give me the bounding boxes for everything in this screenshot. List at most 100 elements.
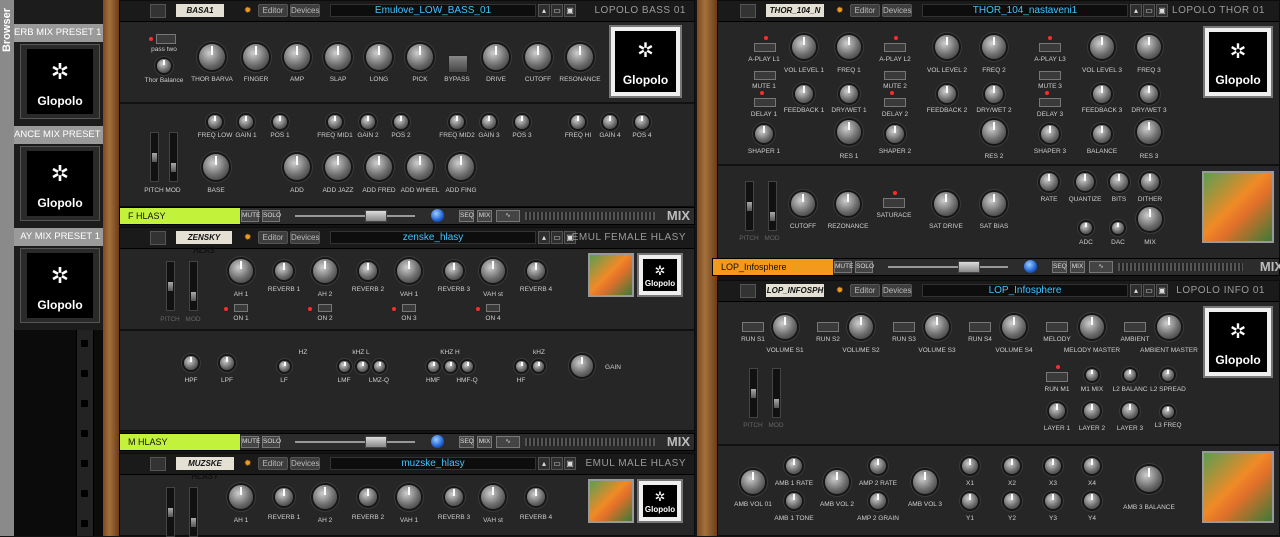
ah-1-knob[interactable]: [229, 485, 253, 509]
seq-button[interactable]: SEQ: [459, 210, 474, 222]
freq-3-knob[interactable]: [1137, 35, 1161, 59]
reverb-2-knob[interactable]: [359, 262, 377, 280]
freq-mid1-knob[interactable]: [328, 115, 342, 129]
preset-logo-3[interactable]: ✲ Glopolo: [20, 248, 100, 323]
bypass-button[interactable]: [448, 55, 468, 73]
saturace-button[interactable]: [883, 198, 905, 208]
hpf-knob[interactable]: [184, 356, 198, 370]
ah-2-knob[interactable]: [313, 485, 337, 509]
folder-icon[interactable]: ▭: [1143, 4, 1155, 17]
y2-knob[interactable]: [1004, 493, 1020, 509]
pass-two-button[interactable]: [156, 34, 176, 44]
on-4-button[interactable]: [486, 304, 500, 312]
vol-level-2-knob[interactable]: [935, 35, 959, 59]
preset-title-1[interactable]: ERB MIX PRESET 1: [14, 24, 103, 42]
editor-button[interactable]: Editor: [850, 4, 880, 17]
volume-s4-knob[interactable]: [1002, 315, 1026, 339]
freq-2-knob[interactable]: [982, 35, 1006, 59]
gain-2-knob[interactable]: [361, 115, 375, 129]
y1-knob[interactable]: [962, 493, 978, 509]
amb-1-rate-knob[interactable]: [786, 458, 802, 474]
reverb-1-knob[interactable]: [275, 262, 293, 280]
quantize-knob[interactable]: [1076, 173, 1094, 191]
add-wheel-knob[interactable]: [407, 154, 433, 180]
device-name-tag[interactable]: LOP_INFOSPH: [766, 284, 824, 297]
res-1-knob[interactable]: [837, 120, 861, 144]
fold-button[interactable]: [740, 4, 756, 18]
save-icon[interactable]: ▣: [1156, 4, 1168, 17]
mix-button[interactable]: MIX: [1070, 261, 1085, 273]
run-s1-button[interactable]: [742, 322, 764, 332]
run-s2-button[interactable]: [817, 322, 839, 332]
bits-knob[interactable]: [1110, 173, 1128, 191]
pan-knob[interactable]: [1024, 260, 1037, 273]
vah-st-knob[interactable]: [481, 485, 505, 509]
add-fred-knob[interactable]: [366, 154, 392, 180]
ah-2-knob[interactable]: [313, 259, 337, 283]
res-2-knob[interactable]: [982, 120, 1006, 144]
dry-wet-2-knob[interactable]: [985, 85, 1003, 103]
a-play-l1-button[interactable]: [754, 43, 776, 52]
ambient-master-knob[interactable]: [1157, 315, 1181, 339]
base-knob[interactable]: [203, 154, 229, 180]
amp-2-grain-knob[interactable]: [870, 493, 886, 509]
pos-1-knob[interactable]: [273, 115, 287, 129]
x4-knob[interactable]: [1084, 458, 1100, 474]
on-3-button[interactable]: [402, 304, 416, 312]
drive-knob[interactable]: [483, 44, 509, 70]
pan-knob[interactable]: [431, 435, 444, 448]
m1-mix-knob[interactable]: [1086, 369, 1098, 381]
l2-spread-knob[interactable]: [1162, 369, 1174, 381]
mute-button[interactable]: MUTE: [241, 436, 260, 448]
shaper-3-knob[interactable]: [1041, 125, 1059, 143]
pitch-wheel[interactable]: [166, 261, 175, 311]
layer-2-knob[interactable]: [1084, 403, 1100, 419]
mod-wheel[interactable]: [772, 368, 781, 418]
lpf-knob[interactable]: [220, 356, 234, 370]
folder-icon[interactable]: ▭: [551, 231, 563, 244]
waveform-icon[interactable]: ∿: [1089, 261, 1113, 273]
pos-2-knob[interactable]: [394, 115, 408, 129]
solo-button[interactable]: SOLO: [262, 210, 281, 222]
dry-wet-1-knob[interactable]: [840, 85, 858, 103]
folder-icon[interactable]: ▭: [551, 457, 563, 470]
delay-3-button[interactable]: [1039, 98, 1061, 107]
slap-knob[interactable]: [325, 44, 351, 70]
seq-button[interactable]: SEQ: [459, 436, 474, 448]
folder-icon[interactable]: ▭: [1143, 284, 1155, 297]
mod-wheel[interactable]: [189, 261, 198, 311]
freq-low-knob[interactable]: [208, 115, 222, 129]
gain-3-knob[interactable]: [482, 115, 496, 129]
device-name-tag[interactable]: BASA1: [176, 4, 224, 17]
cutoff-knob[interactable]: [791, 192, 815, 216]
patch-name-display[interactable]: zenske_hlasy: [330, 231, 536, 244]
save-icon[interactable]: ▣: [564, 4, 576, 17]
run-s3-button[interactable]: [893, 322, 915, 332]
preset-logo-1[interactable]: ✲ Glopolo: [20, 44, 100, 119]
y4-knob[interactable]: [1084, 493, 1100, 509]
gain-1-knob[interactable]: [239, 115, 253, 129]
fold-button[interactable]: [150, 231, 166, 245]
mute-3-button[interactable]: [1039, 71, 1061, 80]
patch-nav-icon[interactable]: ▴: [1130, 4, 1142, 17]
power-icon[interactable]: ✹: [836, 5, 844, 16]
run-s4-button[interactable]: [969, 322, 991, 332]
x1-knob[interactable]: [962, 458, 978, 474]
patch-name-display[interactable]: muzske_hlasy: [330, 457, 536, 470]
reverb-3-knob[interactable]: [445, 488, 463, 506]
thor-barva-knob[interactable]: [199, 44, 225, 70]
ambient-button[interactable]: [1124, 322, 1146, 332]
freq-1-knob[interactable]: [837, 35, 861, 59]
mute-1-button[interactable]: [754, 71, 776, 80]
patch-nav-icon[interactable]: ▴: [538, 4, 550, 17]
reverb-4-knob[interactable]: [527, 262, 545, 280]
mute-button[interactable]: MUTE: [834, 261, 853, 273]
a-play-l2-button[interactable]: [884, 43, 906, 52]
preset-title-3[interactable]: AY MIX PRESET 1: [14, 228, 103, 246]
browser-tab[interactable]: Browser: [0, 0, 14, 536]
delay-2-button[interactable]: [884, 98, 906, 107]
vah-1-knob[interactable]: [397, 259, 421, 283]
save-icon[interactable]: ▣: [564, 457, 576, 470]
gain-4-knob[interactable]: [603, 115, 617, 129]
amb-3-balance-knob[interactable]: [1136, 466, 1162, 492]
